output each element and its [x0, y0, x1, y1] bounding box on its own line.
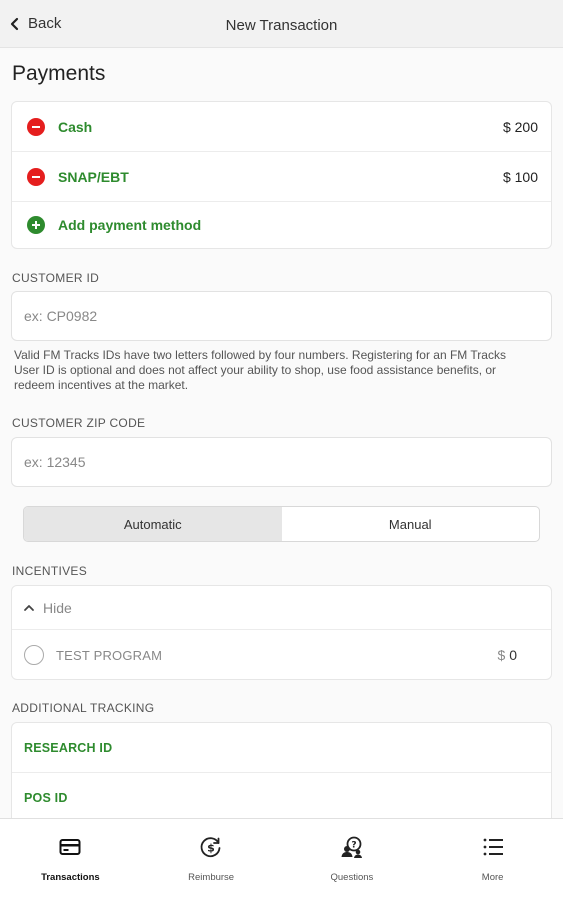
tracking-card: RESEARCH ID POS ID: [11, 722, 552, 818]
remove-circle-icon[interactable]: [27, 167, 45, 186]
card-icon: [59, 839, 81, 855]
bottom-tab-bar: Transactions $ Reimburse ? Questions Mor…: [0, 818, 563, 900]
segment-automatic[interactable]: Automatic: [24, 507, 282, 541]
tab-transactions[interactable]: Transactions: [0, 819, 141, 900]
tab-label: Transactions: [41, 872, 100, 883]
hide-label: Hide: [43, 600, 72, 616]
question-people-icon: ?: [341, 836, 362, 858]
hide-toggle[interactable]: Hide: [12, 586, 551, 630]
page-title: New Transaction: [225, 17, 338, 34]
segment-manual[interactable]: Manual: [282, 507, 540, 541]
tab-more[interactable]: More: [422, 819, 563, 900]
svg-text:$: $: [207, 842, 215, 855]
tracking-row-research-id[interactable]: RESEARCH ID: [12, 723, 551, 773]
add-payment-label: Add payment method: [58, 217, 202, 233]
zip-code-input[interactable]: ex: 12345: [11, 437, 552, 487]
remove-circle-icon[interactable]: [27, 117, 45, 136]
payment-label: SNAP/EBT: [58, 168, 129, 185]
program-label: TEST PROGRAM: [56, 648, 163, 663]
currency-symbol: $: [497, 647, 506, 663]
program-amount: $ 0: [498, 647, 517, 663]
customer-id-help: Valid FM Tracks IDs have two letters fol…: [14, 348, 506, 392]
tab-label: More: [481, 872, 504, 883]
payments-card: Cash $ 200 SNAP/EBT $ 100 Add payment me…: [11, 101, 552, 249]
payment-row-snap[interactable]: SNAP/EBT $ 100: [12, 152, 551, 202]
add-circle-icon: [27, 216, 45, 234]
payment-row-cash[interactable]: Cash $ 200: [12, 102, 551, 152]
list-icon: [483, 838, 503, 856]
customer-id-input[interactable]: ex: CP0982: [11, 291, 552, 341]
dollar-cycle-icon: $: [200, 837, 221, 858]
tab-label: Questions: [330, 872, 374, 883]
top-bar: Back New Transaction: [0, 0, 563, 48]
incentive-program-row[interactable]: TEST PROGRAM $ 0: [12, 630, 551, 680]
payment-amount: $ 200: [502, 118, 538, 135]
svg-text:?: ?: [351, 841, 356, 851]
chevron-up-icon: [24, 605, 34, 611]
tracking-label: POS ID: [24, 791, 68, 805]
additional-tracking-label: ADDITIONAL TRACKING: [12, 701, 155, 715]
payment-label: Cash: [58, 118, 93, 135]
program-value: 0: [509, 647, 517, 663]
customer-id-label: CUSTOMER ID: [12, 271, 100, 285]
tab-reimburse[interactable]: $ Reimburse: [141, 819, 282, 900]
zip-code-label: CUSTOMER ZIP CODE: [12, 416, 146, 430]
incentives-card: Hide TEST PROGRAM $ 0: [11, 585, 552, 680]
tracking-label: RESEARCH ID: [24, 741, 113, 755]
tab-label: Reimburse: [188, 872, 235, 883]
incentives-label: INCENTIVES: [12, 564, 88, 578]
radio-button[interactable]: [24, 645, 44, 665]
add-payment-method-button[interactable]: Add payment method: [12, 202, 551, 248]
payments-heading: Payments: [12, 62, 106, 85]
mode-segmented-control: Automatic Manual: [23, 506, 540, 542]
transaction-form: Payments Cash $ 200 SNAP/EBT $ 100 Add p…: [0, 48, 563, 818]
tab-questions[interactable]: ? Questions: [282, 819, 423, 900]
tracking-row-pos-id[interactable]: POS ID: [12, 773, 551, 818]
payment-amount: $ 100: [502, 168, 538, 185]
